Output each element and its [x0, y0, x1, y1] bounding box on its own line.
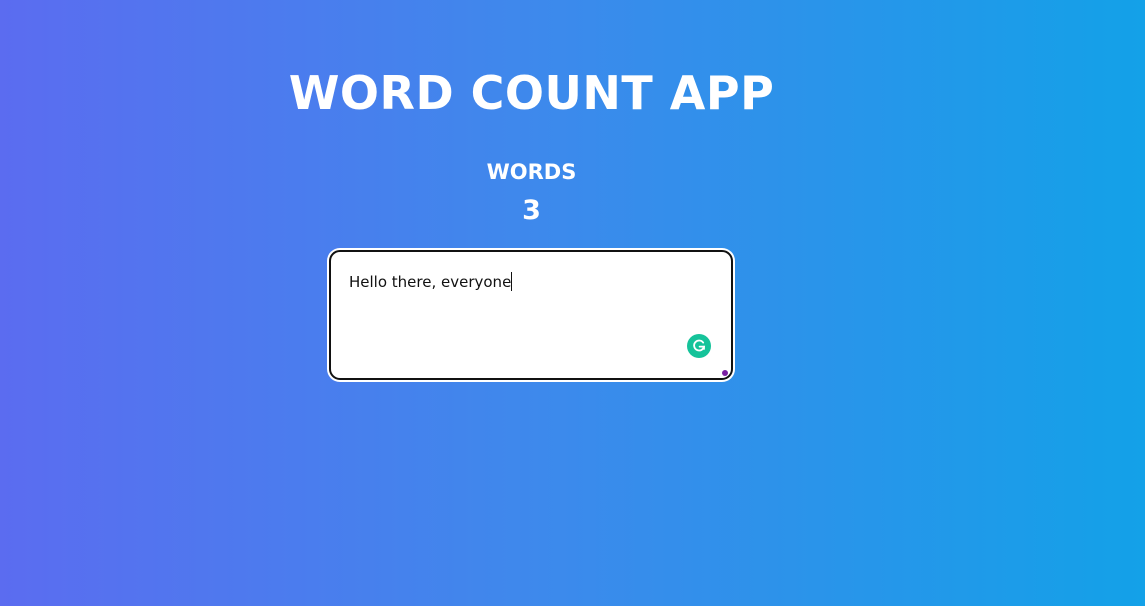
- page-title: WORD COUNT APP: [288, 66, 775, 120]
- grammarly-g-glyph: [693, 339, 706, 352]
- resize-handle-icon[interactable]: [722, 370, 728, 376]
- word-count-value: 3: [522, 195, 541, 226]
- text-input-value: Hello there, everyone: [349, 273, 512, 291]
- text-editor-container: Hello there, everyone: [328, 249, 734, 381]
- text-input-area[interactable]: Hello there, everyone: [329, 250, 733, 380]
- word-count-label: WORDS: [486, 160, 577, 184]
- grammarly-icon[interactable]: [687, 334, 711, 358]
- text-input-content: Hello there, everyone: [349, 272, 513, 292]
- word-count-app: WORD COUNT APP WORDS 3 Hello there, ever…: [0, 0, 1063, 606]
- text-cursor: [511, 272, 513, 291]
